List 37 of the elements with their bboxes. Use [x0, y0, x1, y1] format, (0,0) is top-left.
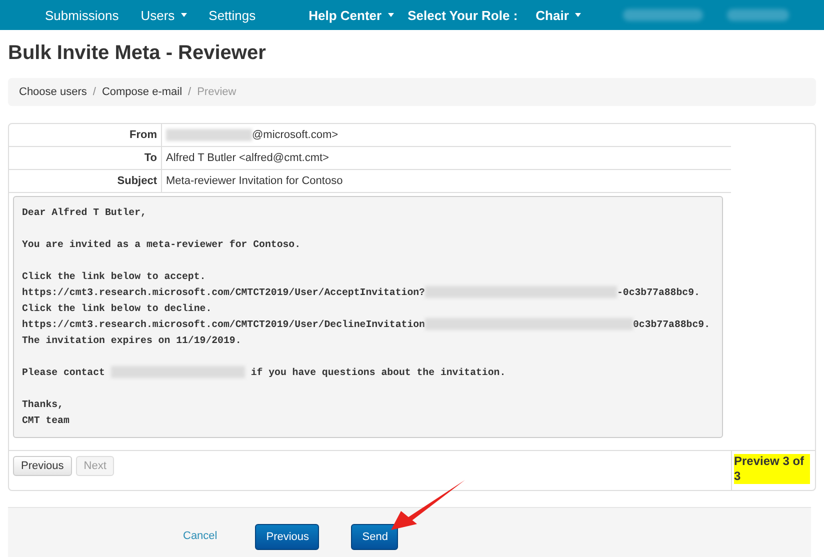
email-line: Click the link below to accept.: [22, 270, 207, 284]
field-value: @microsoft.com>: [162, 124, 731, 146]
email-line: You are invited as a meta-reviewer for Contoso.: [22, 238, 302, 252]
email-line: Thanks,: [22, 398, 64, 412]
caret-icon: [574, 13, 581, 17]
email-line: Click the link below to decline.: [22, 302, 213, 316]
nav-link[interactable]: Users: [130, 8, 198, 22]
cancel-link[interactable]: Cancel: [183, 530, 218, 542]
email-line: Dear Alfred T Butler,: [22, 206, 148, 220]
breadcrumb-current: Preview: [197, 86, 236, 98]
field-value: Alfred T Butler <alfred@cmt.cmt>: [162, 146, 731, 170]
preview-status: Preview 3 of 3: [734, 454, 810, 484]
field-label: From: [9, 124, 162, 146]
email-line: Please contact if you have questions about the invitation.: [22, 365, 507, 380]
breadcrumb-link[interactable]: Compose e-mail: [102, 86, 182, 98]
breadcrumb-separator: /: [188, 86, 192, 98]
dropdown-link[interactable]: Help Center: [302, 8, 400, 22]
email-line: The invitation expires on 11/19/2019.: [22, 334, 242, 348]
breadcrumb-separator: /: [92, 86, 96, 98]
email-line: https://cmt3.research.microsoft.com/CMTCT2019/User/DeclineInvitation 0c3b77a88bc9.: [22, 317, 712, 332]
field-value: Meta-reviewer Invitation for Contoso: [162, 170, 731, 192]
field-label: To: [9, 146, 162, 170]
page-title: Bulk Invite Meta - Reviewer: [8, 42, 267, 65]
pager-button[interactable]: Previous: [13, 456, 72, 476]
nav-link[interactable]: Settings: [198, 8, 267, 22]
field-label: Subject: [9, 170, 162, 192]
redacted-block: [726, 9, 789, 21]
caret-icon: [180, 13, 187, 17]
primary-button[interactable]: Previous: [255, 524, 320, 550]
nav-link[interactable]: Submissions: [34, 8, 130, 22]
caret-icon: [388, 13, 394, 17]
role-label: Select Your Role :: [406, 8, 519, 22]
breadcrumb-link[interactable]: Choose users: [19, 86, 87, 98]
primary-button[interactable]: Send: [351, 524, 398, 550]
email-line: https://cmt3.research.microsoft.com/CMTCT2019/User/AcceptInvitation? -0c3b77a88bc9.: [22, 285, 701, 300]
dropdown-link[interactable]: Chair: [530, 8, 587, 22]
email-line: CMT team: [22, 414, 70, 428]
